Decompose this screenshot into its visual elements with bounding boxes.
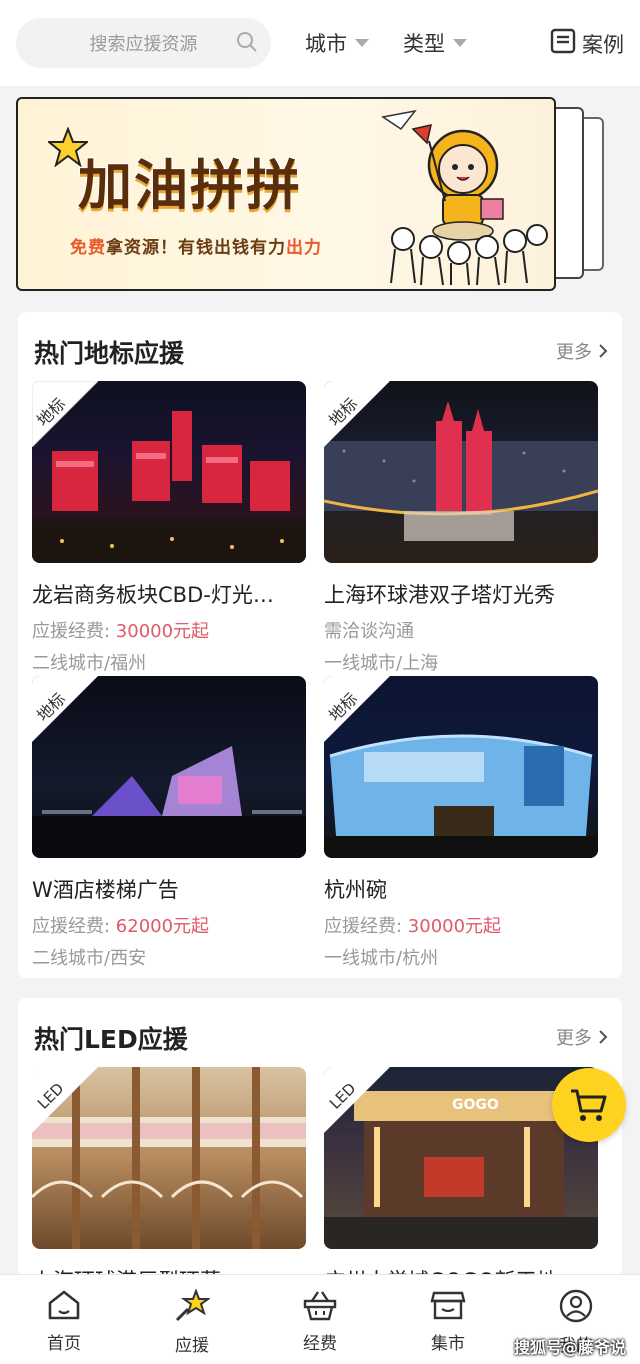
user-icon — [559, 1289, 593, 1323]
search-input[interactable]: 搜索应援资源 — [16, 18, 271, 68]
banner-sub-free: 免费 — [70, 238, 106, 258]
resource-name: 杭州碗 — [324, 878, 387, 902]
more-link[interactable]: 更多 — [556, 1024, 608, 1050]
fee-price: 30000元起 — [115, 621, 210, 642]
cases-label: 案例 — [582, 32, 624, 57]
fee-price: 62000元起 — [115, 916, 210, 937]
resource-image: 地标 — [32, 676, 306, 858]
tab-home[interactable]: 首页 — [0, 1275, 128, 1364]
document-icon — [550, 28, 576, 59]
fee-label: 应援经费: — [32, 916, 116, 937]
city-filter[interactable]: 城市 — [305, 28, 369, 58]
banner-subtitle: 免费拿资源！有钱出钱有力出力 — [70, 233, 322, 258]
resource-card[interactable]: 地标 上海环球港双子塔灯光秀 需洽谈沟通 一线城市/上海 — [324, 381, 598, 675]
resource-city: 一线城市/上海 — [324, 653, 439, 674]
search-icon[interactable] — [235, 30, 259, 59]
resource-card[interactable]: 地标 杭州碗 应援经费: 30000元起 一线城市/杭州 — [324, 676, 598, 970]
resource-name: 龙岩商务板块CBD-灯光… — [32, 583, 274, 607]
tab-label: 应援 — [175, 1336, 209, 1356]
fee-price: 30000元起 — [407, 916, 502, 937]
more-link[interactable]: 更多 — [556, 338, 608, 364]
resource-fee: 应援经费: 30000元起 — [324, 912, 598, 938]
caret-down-icon — [355, 39, 369, 47]
section-title: 热门地标应援 — [34, 339, 185, 368]
promo-banner[interactable]: 加油拼拼 免费拿资源！有钱出钱有力出力 — [16, 97, 556, 291]
resource-card[interactable]: 地标 龙岩商务板块CBD-灯光… 应援经费: 30000元起 二线城市/福州 — [32, 381, 306, 675]
resource-fee: 应援经费: 30000元起 — [32, 617, 306, 643]
resource-city: 二线城市/西安 — [32, 948, 147, 969]
more-label: 更多 — [556, 342, 592, 363]
city-filter-label: 城市 — [305, 32, 347, 56]
resource-city: 一线城市/杭州 — [324, 948, 439, 969]
cart-icon — [571, 1089, 607, 1121]
resource-image: 地标 — [324, 676, 598, 858]
more-label: 更多 — [556, 1028, 592, 1049]
resource-image: LED — [32, 1067, 306, 1249]
resource-card[interactable]: 地标 W酒店楼梯广告 应援经费: 62000元起 二线城市/西安 — [32, 676, 306, 970]
resource-card[interactable]: LED 上海环球港巨型环幕 — [32, 1067, 306, 1295]
resource-name: 上海环球港双子塔灯光秀 — [324, 583, 555, 607]
resource-fee: 应援经费: 62000元起 — [32, 912, 306, 938]
fee-label: 应援经费: — [32, 621, 116, 642]
tab-label: 首页 — [47, 1334, 81, 1354]
watermark: 搜狐号@藤爷说 — [513, 1338, 626, 1357]
tab-label: 集市 — [431, 1334, 465, 1354]
tab-funds[interactable]: 经费 — [256, 1275, 384, 1364]
home-icon — [48, 1290, 80, 1320]
star-wand-icon — [175, 1289, 210, 1322]
banner-sub-mid: 拿资源！有钱出钱有力 — [106, 238, 286, 258]
type-filter-label: 类型 — [403, 32, 445, 56]
cases-button[interactable]: 案例 — [550, 28, 624, 59]
tab-market[interactable]: 集市 — [384, 1275, 512, 1364]
resource-fee: 需洽谈沟通 — [324, 621, 414, 642]
resource-name: W酒店楼梯广告 — [32, 878, 179, 902]
hot-led-section: 热门LED应援 更多 LED 上海环球港巨型环幕 GO — [18, 998, 622, 1293]
banner-sub-end: 出力 — [286, 238, 322, 258]
hot-landmark-section: 热门地标应援 更多 地标 龙岩商务板块CBD-灯光… 应援经费: 30000元起… — [18, 312, 622, 978]
section-title: 热门LED应援 — [34, 1025, 188, 1054]
top-bar: 搜索应援资源 城市 类型 案例 — [0, 0, 640, 86]
chevron-right-icon — [599, 1030, 608, 1044]
resource-image: 地标 — [324, 381, 598, 563]
mascot-illustration — [381, 109, 548, 286]
resource-image: 地标 — [32, 381, 306, 563]
tab-support[interactable]: 应援 — [128, 1275, 256, 1364]
tab-label: 经费 — [303, 1334, 337, 1354]
resource-city: 二线城市/福州 — [32, 653, 147, 674]
search-placeholder: 搜索应援资源 — [89, 34, 198, 55]
fee-label: 应援经费: — [324, 916, 408, 937]
type-filter[interactable]: 类型 — [403, 28, 467, 58]
chevron-right-icon — [599, 344, 608, 358]
sign-text: GOGO — [452, 1097, 499, 1113]
caret-down-icon — [453, 39, 467, 47]
basket-icon — [303, 1291, 337, 1321]
banner-title: 加油拼拼 — [77, 153, 302, 218]
store-icon — [430, 1291, 466, 1320]
cart-button[interactable] — [552, 1068, 626, 1142]
